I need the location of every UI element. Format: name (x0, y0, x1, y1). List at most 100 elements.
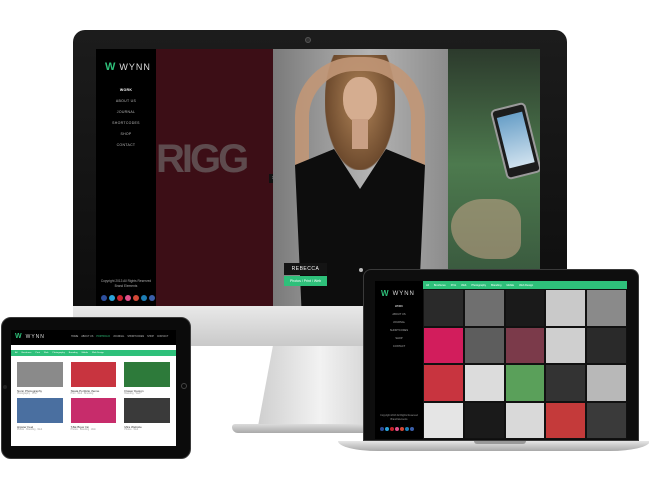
nav-item-shop[interactable]: SHOP (375, 335, 423, 343)
nav-item-contact[interactable]: CONTACT (96, 140, 156, 151)
portfolio-tile[interactable] (545, 401, 587, 439)
portfolio-tile[interactable] (504, 289, 546, 327)
macbook-copyright: Copyright 2013 All Rights Reserved Brand… (377, 414, 421, 422)
filter-print[interactable]: Print (451, 284, 456, 287)
portfolio-tile[interactable] (586, 289, 627, 327)
google-plus-icon[interactable] (400, 427, 404, 431)
macbook-logo[interactable]: W WYNN (381, 289, 415, 298)
portfolio-tile[interactable] (586, 364, 627, 402)
macbook-notch (474, 441, 526, 444)
portfolio-card[interactable]: T&E Brew Inn Photos · Branding · Web (70, 398, 117, 431)
nav-item-contact[interactable]: CONTACT (157, 335, 168, 338)
nav-item-contact[interactable]: CONTACT (375, 343, 423, 351)
filter-print[interactable]: Print (35, 352, 40, 354)
portfolio-tile[interactable] (545, 326, 587, 364)
portfolio-thumbnail[interactable] (124, 398, 170, 423)
nav-item-about-us[interactable]: ABOUT US (81, 335, 93, 338)
nav-item-journal[interactable]: JOURNAL (96, 107, 156, 118)
portfolio-tile[interactable] (423, 364, 464, 402)
rss-icon[interactable] (149, 295, 155, 301)
portfolio-tile[interactable] (463, 364, 505, 402)
portfolio-thumbnail[interactable] (70, 362, 117, 387)
facebook-icon[interactable] (101, 295, 107, 301)
filter-photography[interactable]: Photography (471, 284, 486, 287)
portfolio-card[interactable]: Mira Website Photos · Web (124, 398, 170, 431)
filter-branding[interactable]: Branding (69, 352, 78, 354)
nav-item-work[interactable]: WORK (375, 303, 423, 311)
portfolio-tile[interactable] (463, 326, 505, 364)
portfolio-categories: Photos · Web (124, 429, 139, 431)
portfolio-thumbnail[interactable] (124, 362, 170, 387)
filter-brochures[interactable]: Brochures (434, 284, 446, 287)
rss-icon[interactable] (410, 427, 414, 431)
portfolio-tile[interactable] (423, 289, 464, 327)
filter-web[interactable]: Web (461, 284, 466, 287)
portfolio-tile[interactable] (504, 326, 546, 364)
filter-branding[interactable]: Branding (491, 284, 501, 287)
wynn-logo-icon: W (105, 61, 117, 73)
portfolio-tile[interactable] (586, 401, 627, 439)
portfolio-card[interactable]: Skata Portfolio theme Print · Web · Brand… (70, 362, 117, 395)
project-panel-mobile[interactable] (448, 49, 540, 306)
portfolio-tile[interactable] (423, 401, 464, 439)
nav-item-journal[interactable]: JOURNAL (375, 319, 423, 327)
imac-nav: WORK ABOUT US JOURNAL SHORTCODES SHOP CO… (96, 85, 156, 151)
filter-web-design[interactable]: Web Design (519, 284, 533, 287)
filter-mobile[interactable]: Mobile (506, 284, 514, 287)
filter-all[interactable]: All (426, 284, 429, 287)
ipad-home-button[interactable] (181, 383, 187, 389)
linkedin-icon[interactable] (405, 427, 409, 431)
portfolio-thumbnail[interactable] (70, 398, 117, 423)
pinterest-icon[interactable] (390, 427, 394, 431)
imac-copyright: Copyright 2013 All Rights Reserved Brand… (98, 279, 154, 289)
portfolio-tile[interactable] (504, 401, 546, 439)
portfolio-tile[interactable] (463, 401, 505, 439)
portfolio-grid (423, 289, 627, 439)
nav-item-home[interactable]: HOME (71, 335, 78, 338)
nav-item-portfolio[interactable]: PORTFOLIO (96, 335, 110, 338)
filter-web-design[interactable]: Web Design (92, 352, 104, 354)
portfolio-thumbnail[interactable] (17, 362, 63, 387)
portfolio-tile[interactable] (545, 289, 587, 327)
model-neck (352, 119, 368, 149)
filter-photography[interactable]: Photography (52, 352, 64, 354)
portfolio-tile[interactable] (504, 364, 546, 402)
filter-mobile[interactable]: Mobile (82, 352, 88, 354)
facebook-icon[interactable] (380, 427, 384, 431)
portfolio-card[interactable]: Nunn Photography Photography · Print (17, 362, 63, 395)
portfolio-tile[interactable] (423, 326, 464, 364)
pinterest-icon[interactable] (117, 295, 123, 301)
nav-item-shortcodes[interactable]: SHORTCODES (96, 118, 156, 129)
filter-web[interactable]: Web (44, 352, 48, 354)
project-name-card[interactable]: REBECCA (284, 263, 327, 275)
imac-camera (305, 37, 311, 43)
nav-item-work[interactable]: WORK (96, 85, 156, 96)
nav-item-shortcodes[interactable]: SHORTCODES (127, 335, 144, 338)
portfolio-thumbnail[interactable] (17, 398, 63, 423)
ipad-logo[interactable]: W WYNN (15, 333, 45, 340)
portfolio-tile[interactable] (586, 326, 627, 364)
twitter-icon[interactable] (385, 427, 389, 431)
nav-item-shop[interactable]: SHOP (96, 129, 156, 140)
portfolio-categories: Photos · Branding · Web (17, 429, 43, 431)
linkedin-icon[interactable] (141, 295, 147, 301)
nav-item-shop[interactable]: SHOP (147, 335, 154, 338)
dribbble-icon[interactable] (125, 295, 131, 301)
imac-screen: W WYNN WORK ABOUT US JOURNAL SHORTCODES … (96, 49, 540, 306)
nav-item-about-us[interactable]: ABOUT US (375, 311, 423, 319)
portfolio-tile[interactable] (463, 289, 505, 327)
dribbble-icon[interactable] (395, 427, 399, 431)
imac-logo[interactable]: W WYNN (105, 61, 151, 73)
filter-all[interactable]: All (15, 352, 17, 354)
google-plus-icon[interactable] (133, 295, 139, 301)
filter-brochures[interactable]: Brochures (21, 352, 31, 354)
portfolio-tile[interactable] (545, 364, 587, 402)
wynn-logo-icon: W (15, 333, 23, 340)
portfolio-card[interactable]: Flower Design Branding · Web (124, 362, 170, 395)
macbook-screen: W WYNN WORK ABOUT US JOURNAL SHORTCODES … (375, 281, 627, 439)
nav-item-journal[interactable]: JOURNAL (113, 335, 124, 338)
portfolio-card[interactable]: Hipster Feel Photos · Branding · Web (17, 398, 63, 431)
twitter-icon[interactable] (109, 295, 115, 301)
nav-item-shortcodes[interactable]: SHORTCODES (375, 327, 423, 335)
nav-item-about-us[interactable]: ABOUT US (96, 96, 156, 107)
